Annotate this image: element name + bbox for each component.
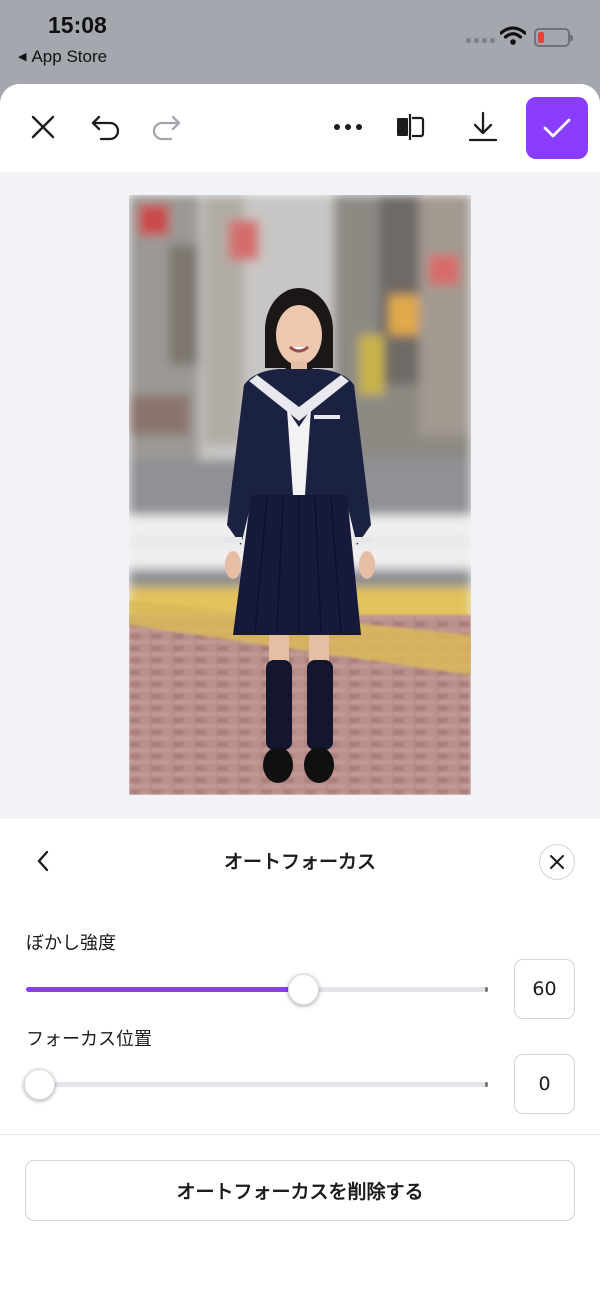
undo-icon	[91, 115, 120, 141]
slider-track-end	[485, 987, 488, 992]
battery-level	[538, 32, 544, 43]
edited-photo[interactable]	[129, 195, 471, 795]
remove-autofocus-button[interactable]: オートフォーカスを削除する	[25, 1160, 575, 1221]
autofocus-panel: オートフォーカス ぼかし強度 60 フォーカス位置 0 オートフォーカスを削除す…	[0, 819, 600, 1298]
close-button[interactable]	[24, 108, 62, 146]
blur-strength-label: ぼかし強度	[26, 933, 116, 954]
close-icon	[550, 855, 564, 869]
cellular-signal-icon	[466, 38, 495, 43]
slider-track-end	[485, 1082, 488, 1087]
redo-icon	[152, 115, 181, 141]
editor-sheet: オートフォーカス ぼかし強度 60 フォーカス位置 0 オートフォーカスを削除す…	[0, 84, 600, 1298]
check-icon	[543, 118, 571, 138]
battery-icon	[534, 28, 573, 47]
status-time: 15:08	[48, 12, 107, 38]
compare-button[interactable]	[390, 106, 430, 148]
undo-button[interactable]	[86, 108, 126, 146]
focus-position-label: フォーカス位置	[26, 1029, 152, 1050]
panel-divider	[0, 1134, 600, 1135]
more-icon	[334, 124, 362, 130]
redo-button[interactable]	[146, 108, 186, 146]
status-bar: 15:08 ◀ App Store	[0, 0, 600, 84]
download-icon	[468, 111, 498, 142]
blur-strength-slider[interactable]	[26, 970, 488, 1010]
download-button[interactable]	[462, 106, 504, 148]
slider-track	[26, 1082, 488, 1087]
slider-fill	[26, 987, 304, 992]
slider-thumb[interactable]	[24, 1069, 55, 1100]
panel-close-button[interactable]	[539, 844, 575, 880]
image-canvas	[0, 172, 600, 819]
close-icon	[31, 115, 55, 139]
photo-image	[129, 195, 471, 795]
focus-position-value[interactable]: 0	[514, 1054, 575, 1114]
slider-thumb[interactable]	[287, 974, 319, 1005]
back-app-label: App Store	[31, 47, 108, 66]
more-options-button[interactable]	[328, 108, 368, 146]
panel-title: オートフォーカス	[223, 851, 376, 873]
back-triangle-icon: ◀	[18, 51, 27, 63]
blur-strength-value[interactable]: 60	[514, 959, 575, 1019]
editor-toolbar	[0, 84, 600, 172]
back-to-app-link[interactable]: ◀ App Store	[18, 47, 107, 67]
focus-position-slider[interactable]	[24, 1065, 488, 1105]
done-button[interactable]	[526, 97, 588, 159]
compare-icon	[397, 114, 425, 140]
wifi-icon	[500, 26, 526, 45]
